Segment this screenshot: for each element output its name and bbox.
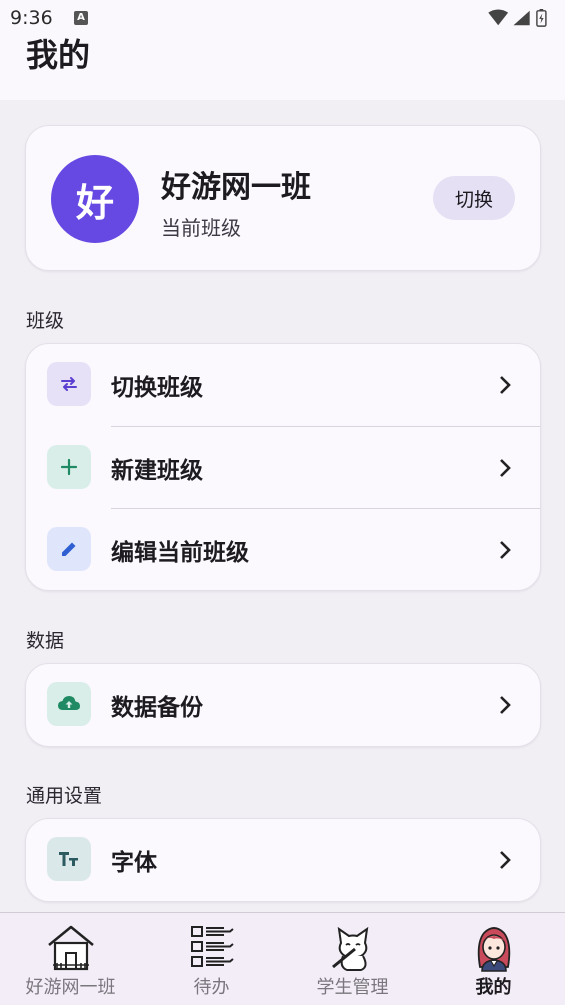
nav-label: 待办 — [193, 977, 230, 998]
chevron-right-icon — [500, 696, 511, 714]
chevron-right-icon — [500, 541, 511, 559]
general-settings-card: 字体 — [25, 818, 541, 902]
font-size-icon — [47, 837, 91, 881]
checklist-icon — [190, 926, 234, 967]
cloud-upload-icon — [47, 682, 91, 726]
font-label: 字体 — [111, 849, 157, 876]
nav-label: 好游网一班 — [25, 977, 116, 998]
class-subtitle: 当前班级 — [161, 216, 241, 240]
notification-icon-overlay: A — [74, 11, 88, 25]
nav-item-class[interactable]: 好游网一班 — [0, 913, 141, 1005]
chevron-right-icon — [500, 459, 511, 477]
page-title: 我的 — [26, 36, 91, 74]
current-class-card: 好 好游网一班 当前班级 切换 — [25, 125, 541, 271]
switch-class-label: 切换班级 — [111, 374, 203, 401]
section-title-data: 数据 — [26, 630, 65, 652]
nav-label: 学生管理 — [316, 977, 389, 998]
edit-class-item[interactable]: 编辑当前班级 — [26, 509, 540, 591]
data-backup-item[interactable]: 数据备份 — [26, 664, 540, 746]
new-class-label: 新建班级 — [111, 457, 203, 484]
data-backup-label: 数据备份 — [111, 694, 203, 721]
switch-class-item[interactable]: 切换班级 — [26, 344, 540, 426]
nav-item-todo[interactable]: 待办 — [141, 913, 282, 1005]
class-avatar: 好 — [51, 155, 139, 243]
font-item[interactable]: 字体 — [26, 819, 540, 901]
wifi-icon — [488, 9, 509, 26]
house-icon — [47, 925, 94, 971]
cat-student-icon — [331, 926, 368, 971]
class-name: 好游网一班 — [161, 170, 311, 205]
system-status-icons — [488, 9, 547, 27]
pencil-icon — [47, 527, 91, 571]
nav-item-mine[interactable]: 我的 — [423, 913, 564, 1005]
chevron-right-icon — [500, 376, 511, 394]
cell-signal-icon — [513, 10, 530, 26]
nav-item-students[interactable]: 学生管理 — [282, 913, 423, 1005]
new-class-item[interactable]: 新建班级 — [26, 427, 540, 509]
bottom-navigation: 好游网一班 待办 学生管理 我的 — [0, 912, 565, 1005]
data-settings-card: 数据备份 — [25, 663, 541, 747]
edit-class-label: 编辑当前班级 — [111, 539, 249, 566]
section-title-general: 通用设置 — [26, 785, 103, 807]
class-settings-card: 切换班级 新建班级 编辑当前班级 — [25, 343, 541, 591]
swap-icon — [47, 362, 91, 406]
status-time-overlay: 9:36 — [10, 7, 53, 29]
plus-icon — [47, 445, 91, 489]
section-title-class: 班级 — [26, 310, 65, 332]
status-bar-overlay: 9:36 A — [0, 0, 565, 36]
girl-avatar-icon — [477, 927, 510, 972]
nav-label: 我的 — [475, 977, 512, 998]
chevron-right-icon — [500, 851, 511, 869]
switch-class-button[interactable]: 切换 — [433, 176, 515, 220]
battery-icon — [536, 9, 547, 27]
